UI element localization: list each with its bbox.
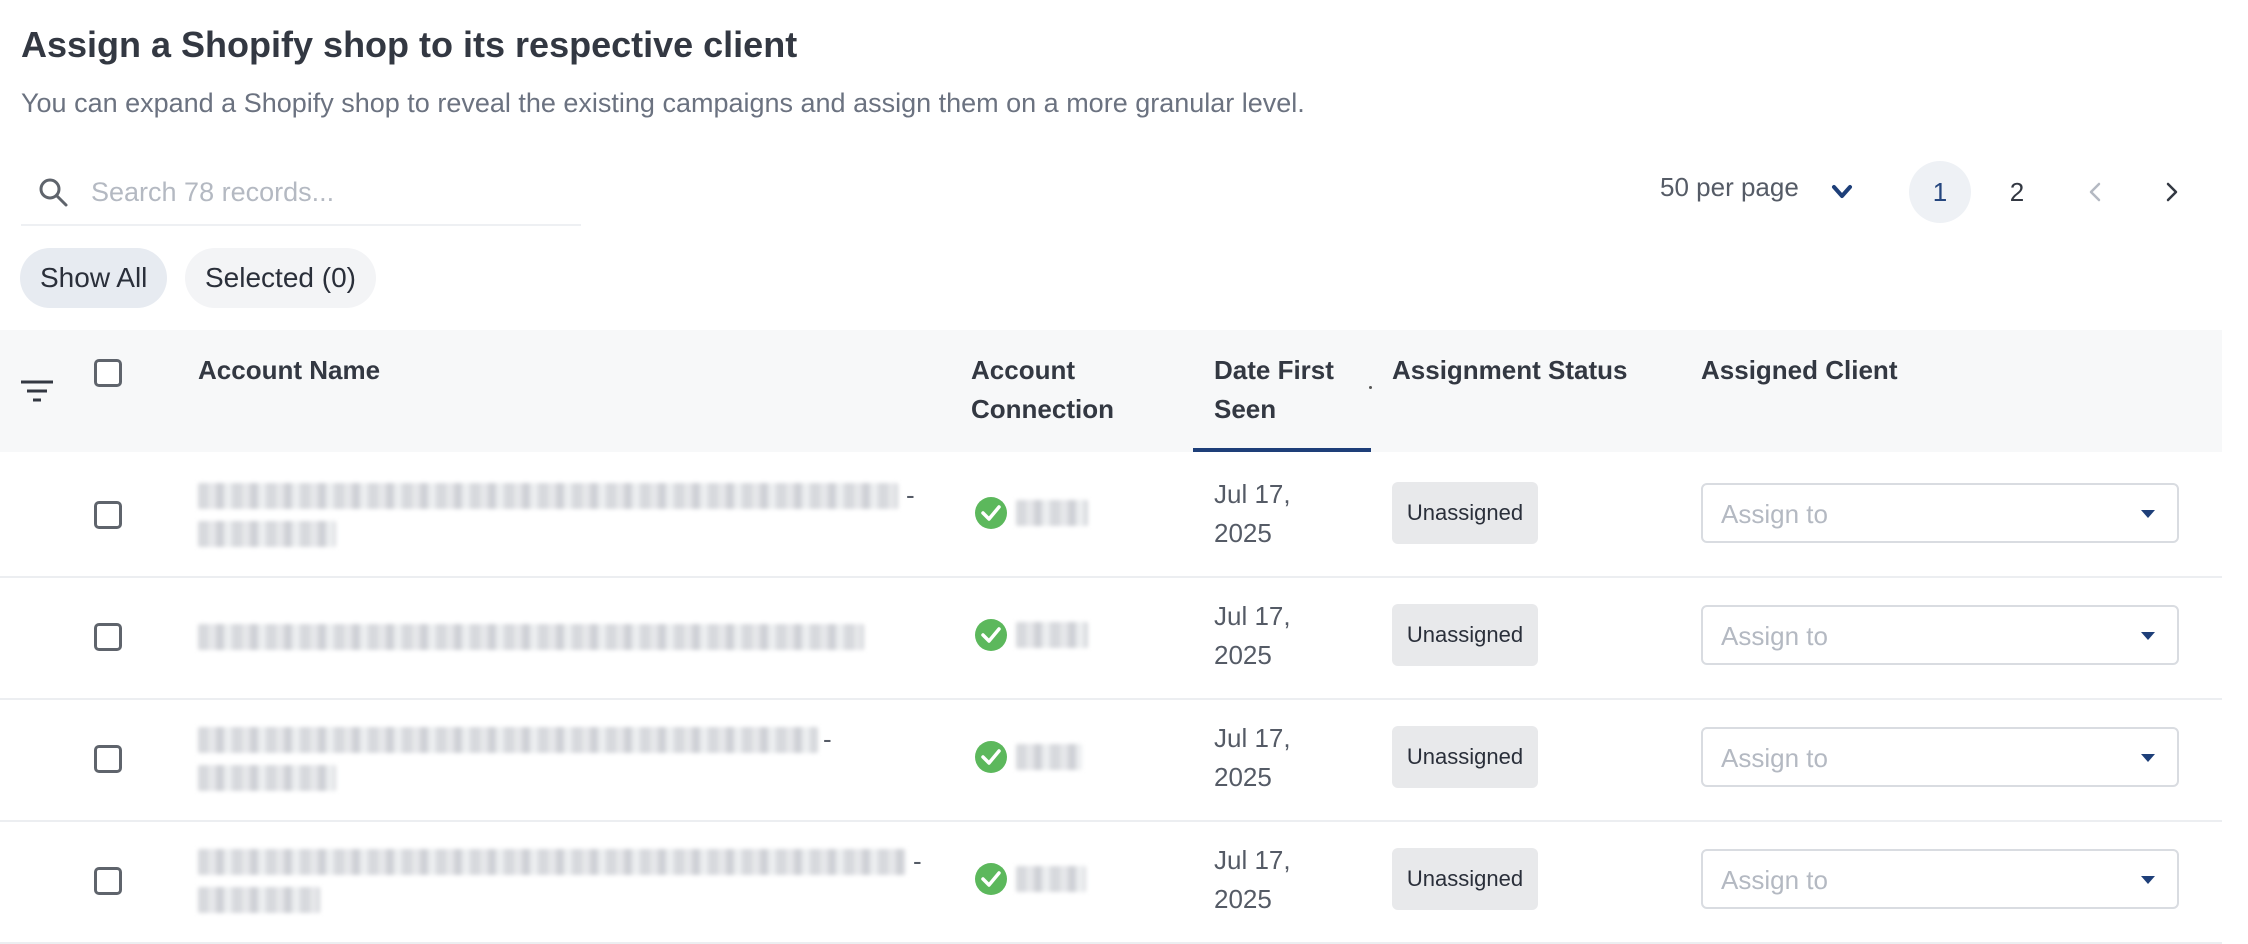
column-header-assignment-status[interactable]: Assignment Status [1392, 351, 1628, 390]
date-first-seen: Jul 17, 2025 [1214, 841, 1334, 919]
date-line: 2025 [1214, 518, 1272, 548]
connection-name-redacted [1016, 866, 1086, 892]
date-first-seen: Jul 17, 2025 [1214, 475, 1334, 553]
table-row[interactable]: - Jul 17, 2025 Unassigned Assign to [0, 698, 2222, 822]
filter-icon[interactable] [18, 376, 56, 406]
row-checkbox[interactable] [94, 623, 122, 651]
show-all-button[interactable]: Show All [20, 248, 168, 308]
status-badge: Unassigned [1392, 848, 1538, 910]
caret-down-icon [2141, 876, 2155, 884]
assign-client-select[interactable]: Assign to [1701, 849, 2179, 909]
account-name-redacted [198, 765, 336, 791]
column-header-account-connection[interactable]: Account Connection [971, 351, 1131, 429]
table-row[interactable]: - Jul 17, 2025 Unassigned Assign to [0, 454, 2222, 578]
date-line: 2025 [1214, 640, 1272, 670]
account-name-suffix: - [823, 724, 832, 754]
chevron-right-icon[interactable] [2157, 177, 2187, 207]
page-title: Assign a Shopify shop to its respective … [21, 24, 798, 65]
date-line: Jul 17, [1214, 479, 1291, 509]
assign-placeholder: Assign to [1721, 743, 1828, 773]
date-line: Jul 17, [1214, 723, 1291, 753]
table-row[interactable]: Jul 17, 2025 Unassigned Assign to [0, 576, 2222, 700]
status-badge: Unassigned [1392, 604, 1538, 666]
assign-placeholder: Assign to [1721, 865, 1828, 895]
assign-client-select[interactable]: Assign to [1701, 605, 2179, 665]
page-subtitle: You can expand a Shopify shop to reveal … [21, 88, 1305, 118]
date-first-seen: Jul 17, 2025 [1214, 597, 1334, 675]
check-circle-icon [975, 741, 1007, 773]
search-bar [21, 160, 581, 226]
account-name-redacted [198, 624, 864, 650]
row-checkbox[interactable] [94, 867, 122, 895]
column-resize-handle[interactable] [1369, 386, 1372, 389]
account-name-suffix: - [913, 846, 922, 876]
column-header-account-name[interactable]: Account Name [198, 351, 380, 390]
assign-placeholder: Assign to [1721, 621, 1828, 651]
assign-client-select[interactable]: Assign to [1701, 727, 2179, 787]
date-first-seen: Jul 17, 2025 [1214, 719, 1334, 797]
table-row[interactable]: - Jul 17, 2025 Unassigned Assign to [0, 820, 2222, 944]
select-all-checkbox[interactable] [94, 359, 122, 387]
search-icon [39, 178, 68, 207]
date-line: 2025 [1214, 762, 1272, 792]
account-name-redacted [198, 849, 906, 875]
check-circle-icon [975, 619, 1007, 651]
row-checkbox[interactable] [94, 745, 122, 773]
connection-name-redacted [1016, 744, 1082, 770]
page-button-1[interactable]: 1 [1909, 161, 1971, 223]
account-name-suffix: - [906, 480, 915, 510]
check-circle-icon [975, 497, 1007, 529]
chevron-down-icon[interactable] [1828, 178, 1856, 206]
status-badge: Unassigned [1392, 482, 1538, 544]
assign-client-select[interactable]: Assign to [1701, 483, 2179, 543]
date-line: Jul 17, [1214, 845, 1291, 875]
caret-down-icon [2141, 754, 2155, 762]
account-name-redacted [198, 727, 818, 753]
chevron-left-icon[interactable] [2080, 177, 2110, 207]
row-checkbox[interactable] [94, 501, 122, 529]
per-page-label[interactable]: 50 per page [1660, 172, 1799, 203]
sort-indicator [1193, 448, 1371, 452]
connection-name-redacted [1016, 500, 1088, 526]
page-button-2[interactable]: 2 [1986, 161, 2048, 223]
date-line: Jul 17, [1214, 601, 1291, 631]
connection-name-redacted [1016, 622, 1088, 648]
check-circle-icon [975, 863, 1007, 895]
date-line: 2025 [1214, 884, 1272, 914]
account-name-redacted [198, 887, 320, 913]
assign-placeholder: Assign to [1721, 499, 1828, 529]
account-name-redacted [198, 483, 898, 509]
column-header-assigned-client[interactable]: Assigned Client [1701, 351, 1897, 390]
status-badge: Unassigned [1392, 726, 1538, 788]
account-name-redacted [198, 521, 336, 547]
column-header-date-first-seen[interactable]: Date First Seen [1214, 351, 1354, 429]
selected-filter-button[interactable]: Selected (0) [185, 248, 376, 308]
caret-down-icon [2141, 510, 2155, 518]
search-input[interactable] [89, 170, 573, 214]
caret-down-icon [2141, 632, 2155, 640]
